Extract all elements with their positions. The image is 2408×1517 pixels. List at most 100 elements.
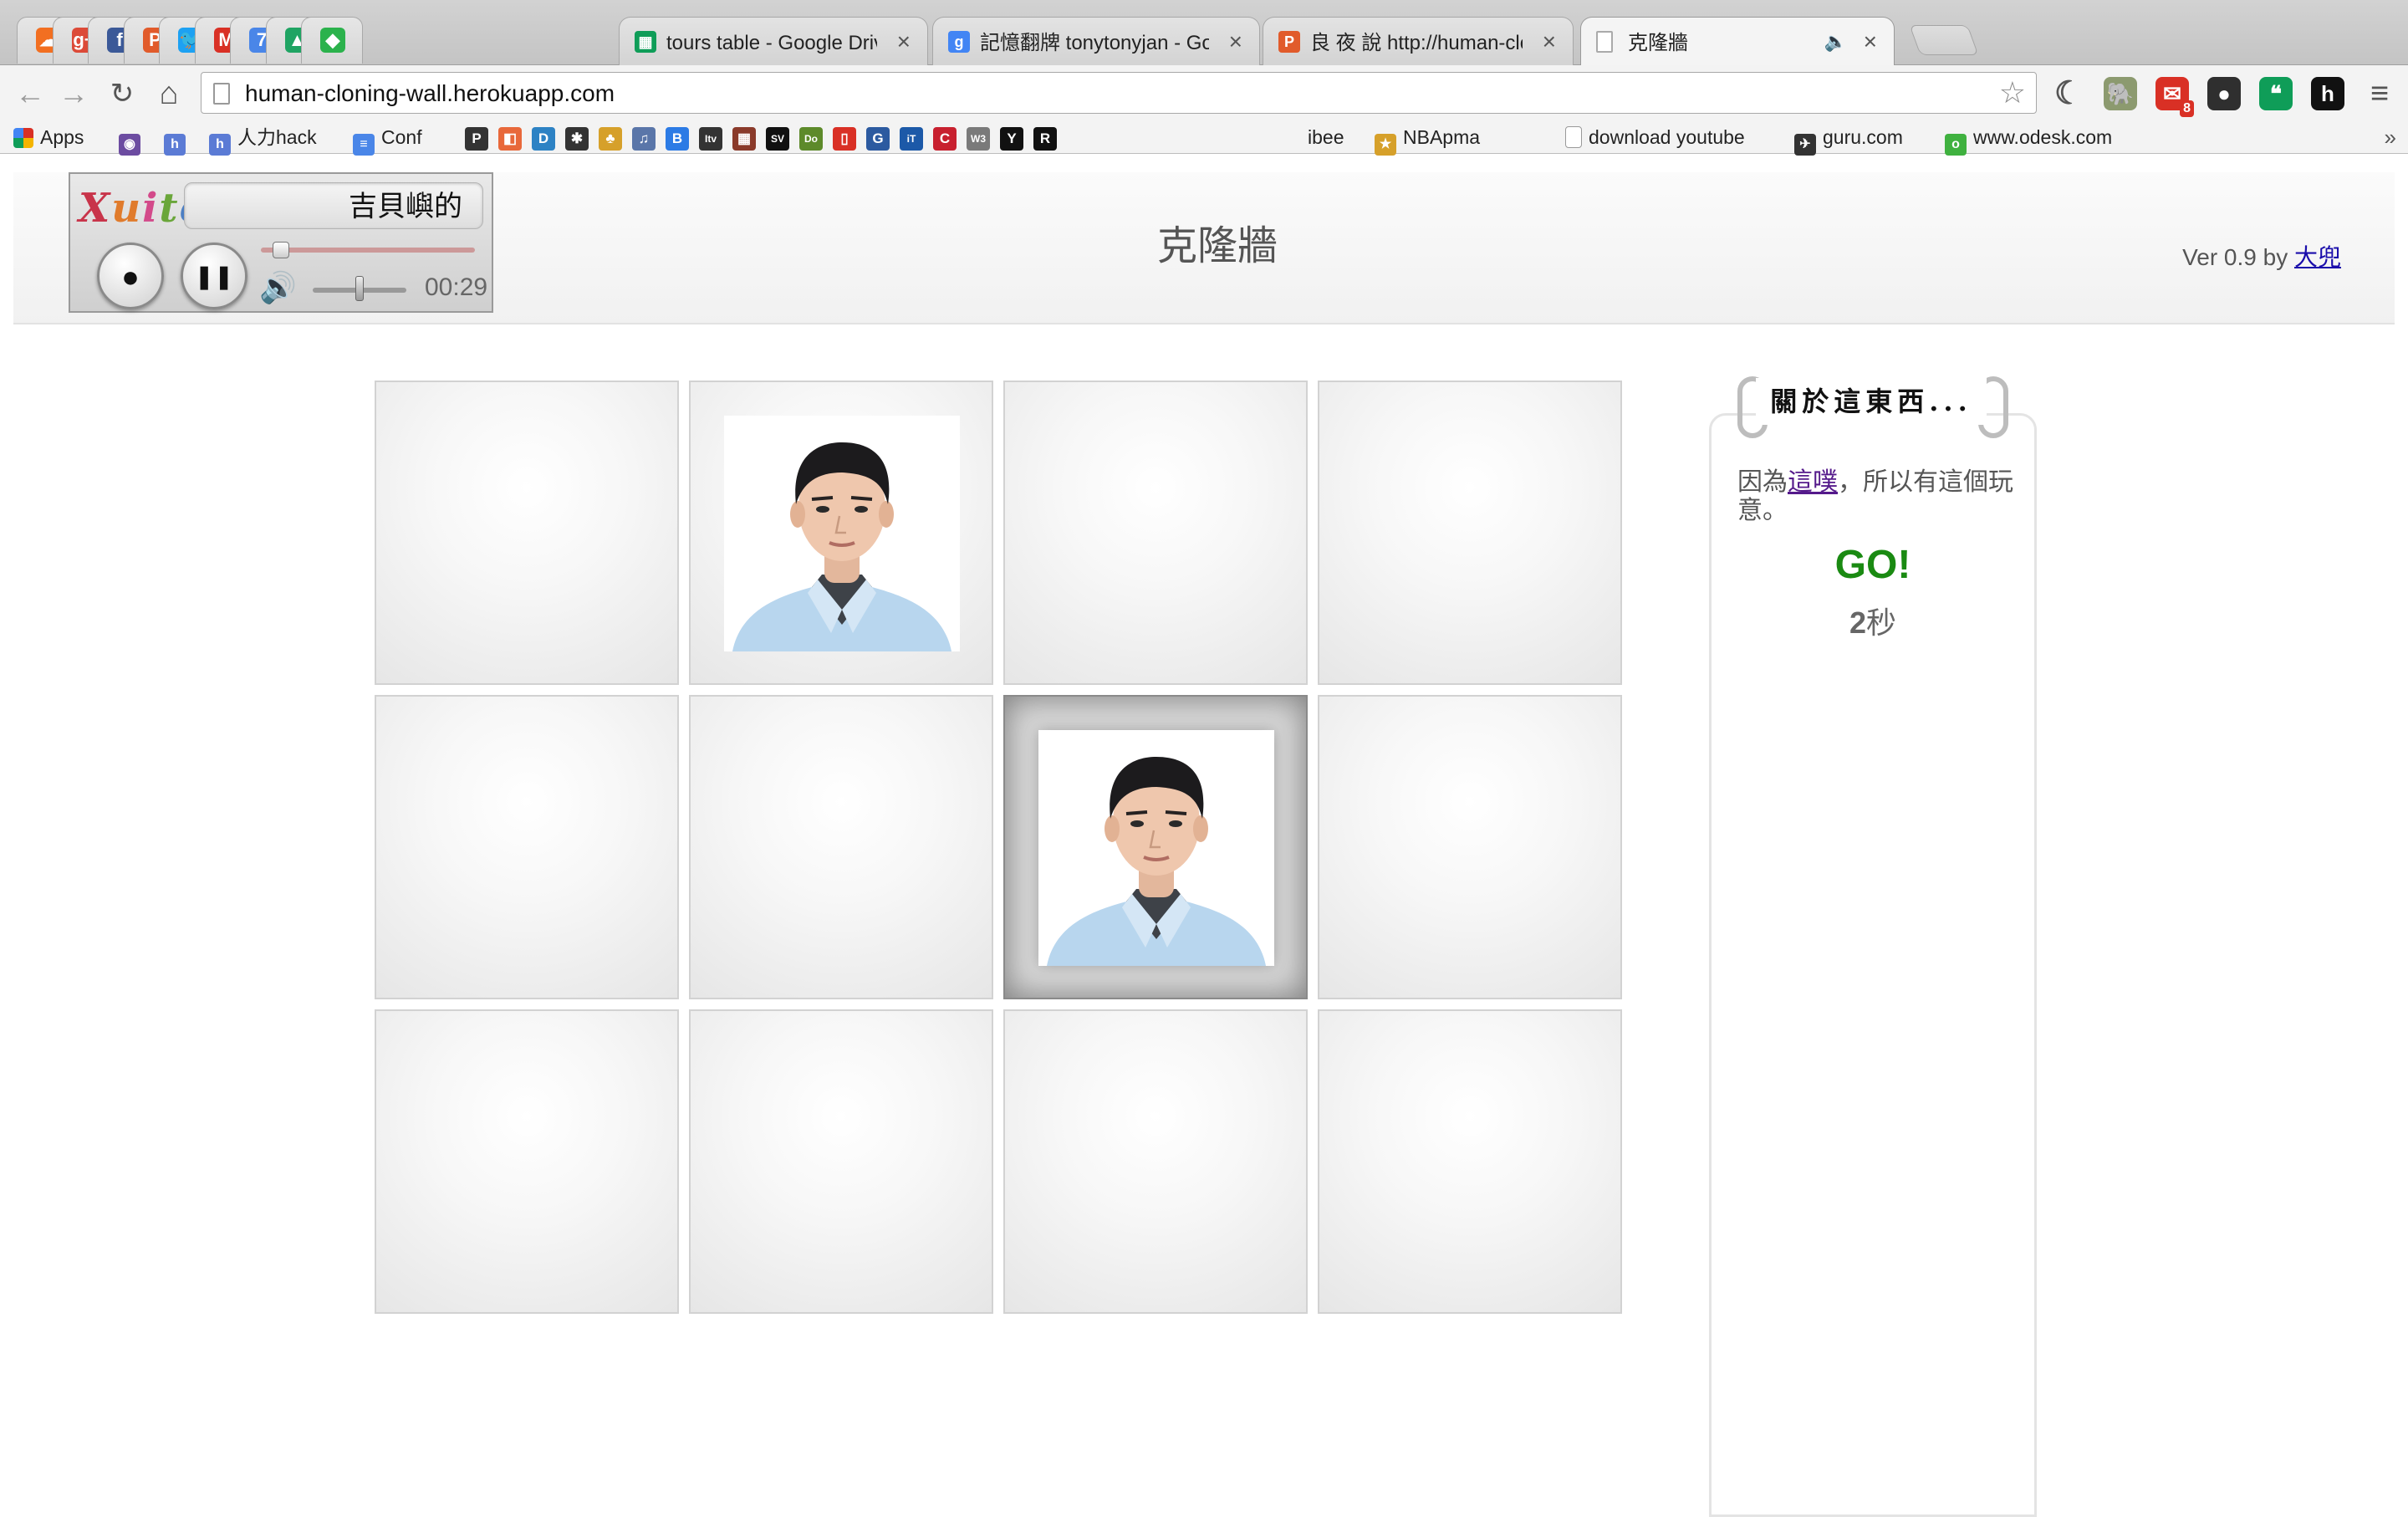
tab[interactable]: P 良 夜 說 http://human-clon × <box>1263 17 1574 65</box>
sv-icon[interactable]: SV <box>766 127 789 151</box>
tab-title: 良 夜 說 http://human-clon <box>1310 32 1523 54</box>
bookmarks-bar: Apps ◉ h h 人力hack ≡ Conf ibee ★ NBApma download y… <box>0 120 2408 156</box>
new-tab-button[interactable] <box>1909 25 1979 55</box>
menu-icon[interactable]: ≡ <box>2363 77 2396 110</box>
bookmark-item[interactable]: ✈ guru.com <box>1794 124 1903 156</box>
bookmark-label: www.odesk.com <box>1973 126 2113 148</box>
c-red-icon[interactable]: C <box>933 127 957 151</box>
card-hidden[interactable] <box>375 1009 679 1314</box>
pause-button[interactable]: ❚❚ <box>181 243 247 309</box>
doc-icon: ≡ <box>353 134 375 156</box>
card-hidden[interactable] <box>1003 381 1308 685</box>
bookmark-item[interactable]: ≡ Conf <box>353 124 422 156</box>
itv-icon[interactable]: Itv <box>699 127 722 151</box>
p-icon[interactable]: P <box>465 127 488 151</box>
plurk-link[interactable]: 這噗 <box>1788 468 1838 496</box>
card-hidden[interactable] <box>1003 1009 1308 1314</box>
do-icon[interactable]: Do <box>799 127 823 151</box>
tab-active[interactable]: 克隆牆 × 🔈 <box>1580 17 1895 67</box>
purple-globe-icon: ◉ <box>119 134 140 156</box>
h-icon[interactable]: h <box>2311 77 2344 110</box>
timer-unit: 秒 <box>1866 605 1897 640</box>
moon-icon[interactable]: ☾ <box>2052 77 2085 110</box>
r-icon[interactable]: R <box>1033 127 1057 151</box>
back-button[interactable]: ← <box>12 75 48 112</box>
tab[interactable]: ▦ tours table - Google Drive × <box>619 17 928 65</box>
tab-title: tours table - Google Drive <box>666 32 877 54</box>
d-blue-icon[interactable]: D <box>532 127 555 151</box>
colorful-icon[interactable]: ◧ <box>498 127 522 151</box>
go-button[interactable]: GO! <box>1706 540 2040 590</box>
card-revealed[interactable] <box>689 381 993 685</box>
bookmark-item[interactable]: ★ NBApma <box>1375 124 1481 156</box>
timer-value: 2 <box>1849 605 1866 640</box>
page-icon <box>1596 31 1613 53</box>
tab-close-icon[interactable]: × <box>1543 29 1556 54</box>
tab-title: 記憶翻牌 tonytonyjan - Goo <box>980 32 1209 54</box>
bookmark-label: NBApma <box>1403 126 1481 148</box>
evernote-icon[interactable]: 🐘 <box>2104 77 2137 110</box>
google-search-icon: g <box>948 31 970 53</box>
pinned-tab[interactable]: ◆ <box>301 17 363 64</box>
bookmark-item[interactable]: download youtube <box>1565 124 1745 151</box>
card-hidden[interactable] <box>689 1009 993 1314</box>
page-title: 克隆牆 <box>1156 222 1278 269</box>
card-hidden[interactable] <box>1318 381 1622 685</box>
home-button[interactable]: ⌂ <box>150 75 187 112</box>
card-revealed[interactable] <box>1003 695 1308 999</box>
portrait-photo <box>724 416 960 651</box>
bug-icon[interactable]: ✱ <box>565 127 589 151</box>
w3-icon[interactable]: W3 <box>967 127 990 151</box>
guru-icon: ✈ <box>1794 134 1816 156</box>
speaker-icon: 🔈 <box>1824 31 1847 52</box>
card-hidden[interactable] <box>375 381 679 685</box>
bookmark-star-icon[interactable]: ☆ <box>1999 76 2026 110</box>
author-link[interactable]: 大兜 <box>2294 244 2341 270</box>
gmail-checker-icon[interactable]: ✉ 8 <box>2155 77 2194 117</box>
building-icon[interactable]: ▦ <box>732 127 756 151</box>
apps-bookmark[interactable]: Apps <box>13 124 84 151</box>
sidebar-heading: 關於這東西... <box>1756 378 1987 425</box>
apps-label: Apps <box>40 126 84 148</box>
song-progress-slider[interactable] <box>261 242 475 258</box>
hangouts-icon[interactable]: ❝ <box>2259 77 2293 110</box>
g-blue-icon[interactable]: G <box>866 127 890 151</box>
it-icon[interactable]: iT <box>900 127 923 151</box>
user-icon[interactable]: ● <box>97 243 164 309</box>
bookmark-item[interactable]: h <box>164 124 192 156</box>
b-blue-icon[interactable]: B <box>666 127 689 151</box>
url-text[interactable]: human-cloning-wall.herokuapp.com <box>245 79 615 108</box>
tab-close-icon[interactable]: × <box>1229 29 1242 54</box>
logo-letter: t <box>159 185 180 232</box>
bookmark-item[interactable]: ibee <box>1308 124 1344 151</box>
card-hidden[interactable] <box>1318 1009 1622 1314</box>
logo-letter: u <box>111 185 143 232</box>
tab-close-icon[interactable]: × <box>1864 29 1877 54</box>
bookmarks-overflow-icon[interactable]: » <box>2385 124 2396 151</box>
green-circle-icon[interactable]: ● <box>2207 77 2241 110</box>
card-hidden[interactable] <box>689 695 993 999</box>
music-icon[interactable]: ♫ <box>632 127 656 151</box>
sidebar-description: 因為這噗，所以有這個玩意。 <box>1737 468 2022 525</box>
tab[interactable]: g 記憶翻牌 tonytonyjan - Goo × <box>932 17 1260 65</box>
volume-knob[interactable] <box>355 276 364 301</box>
card-hidden[interactable] <box>1318 695 1622 999</box>
address-bar[interactable]: human-cloning-wall.herokuapp.com ☆ <box>201 72 2037 114</box>
browser-toolbar: ← → ↻ ⌂ human-cloning-wall.herokuapp.com… <box>0 65 2408 120</box>
bird-icon[interactable]: ♣ <box>599 127 622 151</box>
song-title: 吉貝嶼的 <box>184 182 483 229</box>
red-rect-icon[interactable]: ▯ <box>833 127 856 151</box>
reload-button[interactable]: ↻ <box>104 75 140 112</box>
timer: 2秒 <box>1706 604 2040 642</box>
card-hidden[interactable] <box>375 695 679 999</box>
bookmark-item[interactable]: o www.odesk.com <box>1945 124 2113 156</box>
bookmark-item[interactable]: ◉ <box>119 124 147 156</box>
tab-close-icon[interactable]: × <box>897 29 911 54</box>
volume-slider[interactable] <box>313 276 406 301</box>
music-player: Xuite 吉貝嶼的 ● ❚❚ 🔊 00:29 <box>69 172 493 313</box>
yh-icon[interactable]: Y <box>1000 127 1023 151</box>
volume-icon[interactable]: 🔊 <box>259 271 297 304</box>
progress-knob[interactable] <box>272 242 289 258</box>
bookmark-item[interactable]: h 人力hack <box>209 124 317 156</box>
forward-button[interactable]: → <box>55 75 92 112</box>
